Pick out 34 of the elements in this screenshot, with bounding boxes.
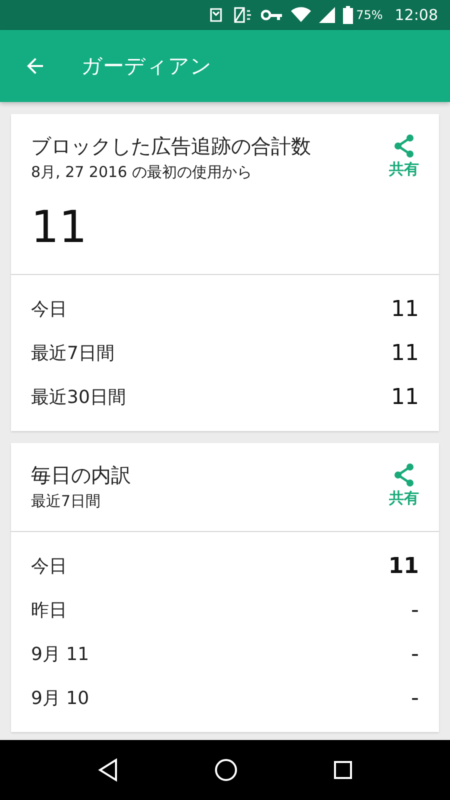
day-count: - bbox=[411, 598, 419, 622]
recents-icon[interactable] bbox=[332, 760, 353, 780]
screen-title: ガーディアン bbox=[81, 53, 212, 80]
share-button[interactable]: 共有 bbox=[389, 134, 419, 179]
period-label: 最近7日間 bbox=[31, 342, 114, 365]
card-title: ブロックした広告追跡の合計数 bbox=[31, 133, 311, 160]
day-label: 今日 bbox=[31, 555, 67, 578]
key-icon bbox=[261, 9, 284, 21]
back-icon[interactable] bbox=[97, 758, 120, 782]
period-label: 今日 bbox=[31, 298, 67, 321]
share-icon bbox=[393, 463, 415, 487]
battery-icon bbox=[343, 6, 354, 24]
home-icon[interactable] bbox=[214, 758, 238, 782]
period-count: 11 bbox=[391, 384, 419, 410]
day-label: 9月 11 bbox=[31, 643, 90, 666]
phone-vibrate-icon bbox=[233, 6, 254, 24]
total-count: 11 bbox=[31, 201, 88, 255]
card-subtitle: 8月, 27 2016 の最初の使用から bbox=[31, 162, 253, 183]
day-count: - bbox=[411, 686, 419, 710]
day-label: 9月 10 bbox=[31, 687, 90, 710]
period-count: 11 bbox=[391, 340, 419, 366]
card-subtitle: 最近7日間 bbox=[31, 491, 102, 512]
share-icon bbox=[393, 134, 415, 158]
period-count: 11 bbox=[391, 296, 419, 322]
period-label: 最近30日間 bbox=[31, 386, 126, 409]
battery-percent: 75% bbox=[356, 8, 383, 22]
day-label: 昨日 bbox=[31, 599, 67, 622]
signal-icon bbox=[319, 7, 336, 23]
day-count: 11 bbox=[388, 554, 419, 578]
day-count: - bbox=[411, 642, 419, 666]
wifi-icon bbox=[291, 6, 312, 24]
clock: 12:08 bbox=[394, 6, 438, 24]
card-title: 毎日の内訳 bbox=[31, 462, 131, 489]
share-button[interactable]: 共有 bbox=[389, 463, 419, 508]
